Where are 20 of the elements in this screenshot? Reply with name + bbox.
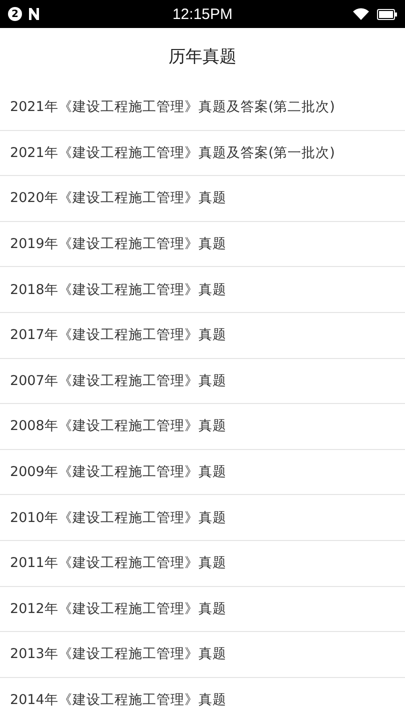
exam-list-item[interactable]: 2010年《建设工程施工管理》真题 bbox=[10, 508, 226, 527]
exam-list-item[interactable]: 2011年《建设工程施工管理》真题 bbox=[10, 554, 226, 572]
exam-list-item[interactable]: 2019年《建设工程施工管理》真题 bbox=[10, 235, 226, 254]
exam-list-item[interactable]: 2020年《建设工程施工管理》真题 bbox=[10, 189, 226, 208]
exam-list-item[interactable]: 2014年《建设工程施工管理》真题 bbox=[10, 691, 226, 710]
status-time: 12:15PM bbox=[171, 6, 234, 22]
exam-list-item[interactable]: 2008年《建设工程施工管理》真题 bbox=[10, 417, 226, 436]
notification-badge: 2 bbox=[8, 7, 22, 21]
wifi-icon bbox=[353, 8, 369, 20]
exam-list-item[interactable]: 2021年《建设工程施工管理》真题及答案(第二批次) bbox=[10, 98, 335, 116]
exam-list-item[interactable]: 2018年《建设工程施工管理》真题 bbox=[10, 280, 226, 299]
exam-list-item[interactable]: 2017年《建设工程施工管理》真题 bbox=[10, 326, 226, 344]
n-logo-icon bbox=[28, 8, 40, 20]
page-title: 历年真题 bbox=[168, 46, 236, 68]
exam-list-item[interactable]: 2012年《建设工程施工管理》真题 bbox=[10, 600, 226, 618]
exam-list-item[interactable]: 2007年《建设工程施工管理》真题 bbox=[10, 372, 226, 390]
exam-list-item[interactable]: 2021年《建设工程施工管理》真题及答案(第一批次) bbox=[10, 144, 335, 162]
exam-list-item[interactable]: 2009年《建设工程施工管理》真题 bbox=[10, 463, 226, 482]
battery-icon bbox=[377, 8, 397, 20]
exam-list-item[interactable]: 2013年《建设工程施工管理》真题 bbox=[10, 645, 226, 664]
